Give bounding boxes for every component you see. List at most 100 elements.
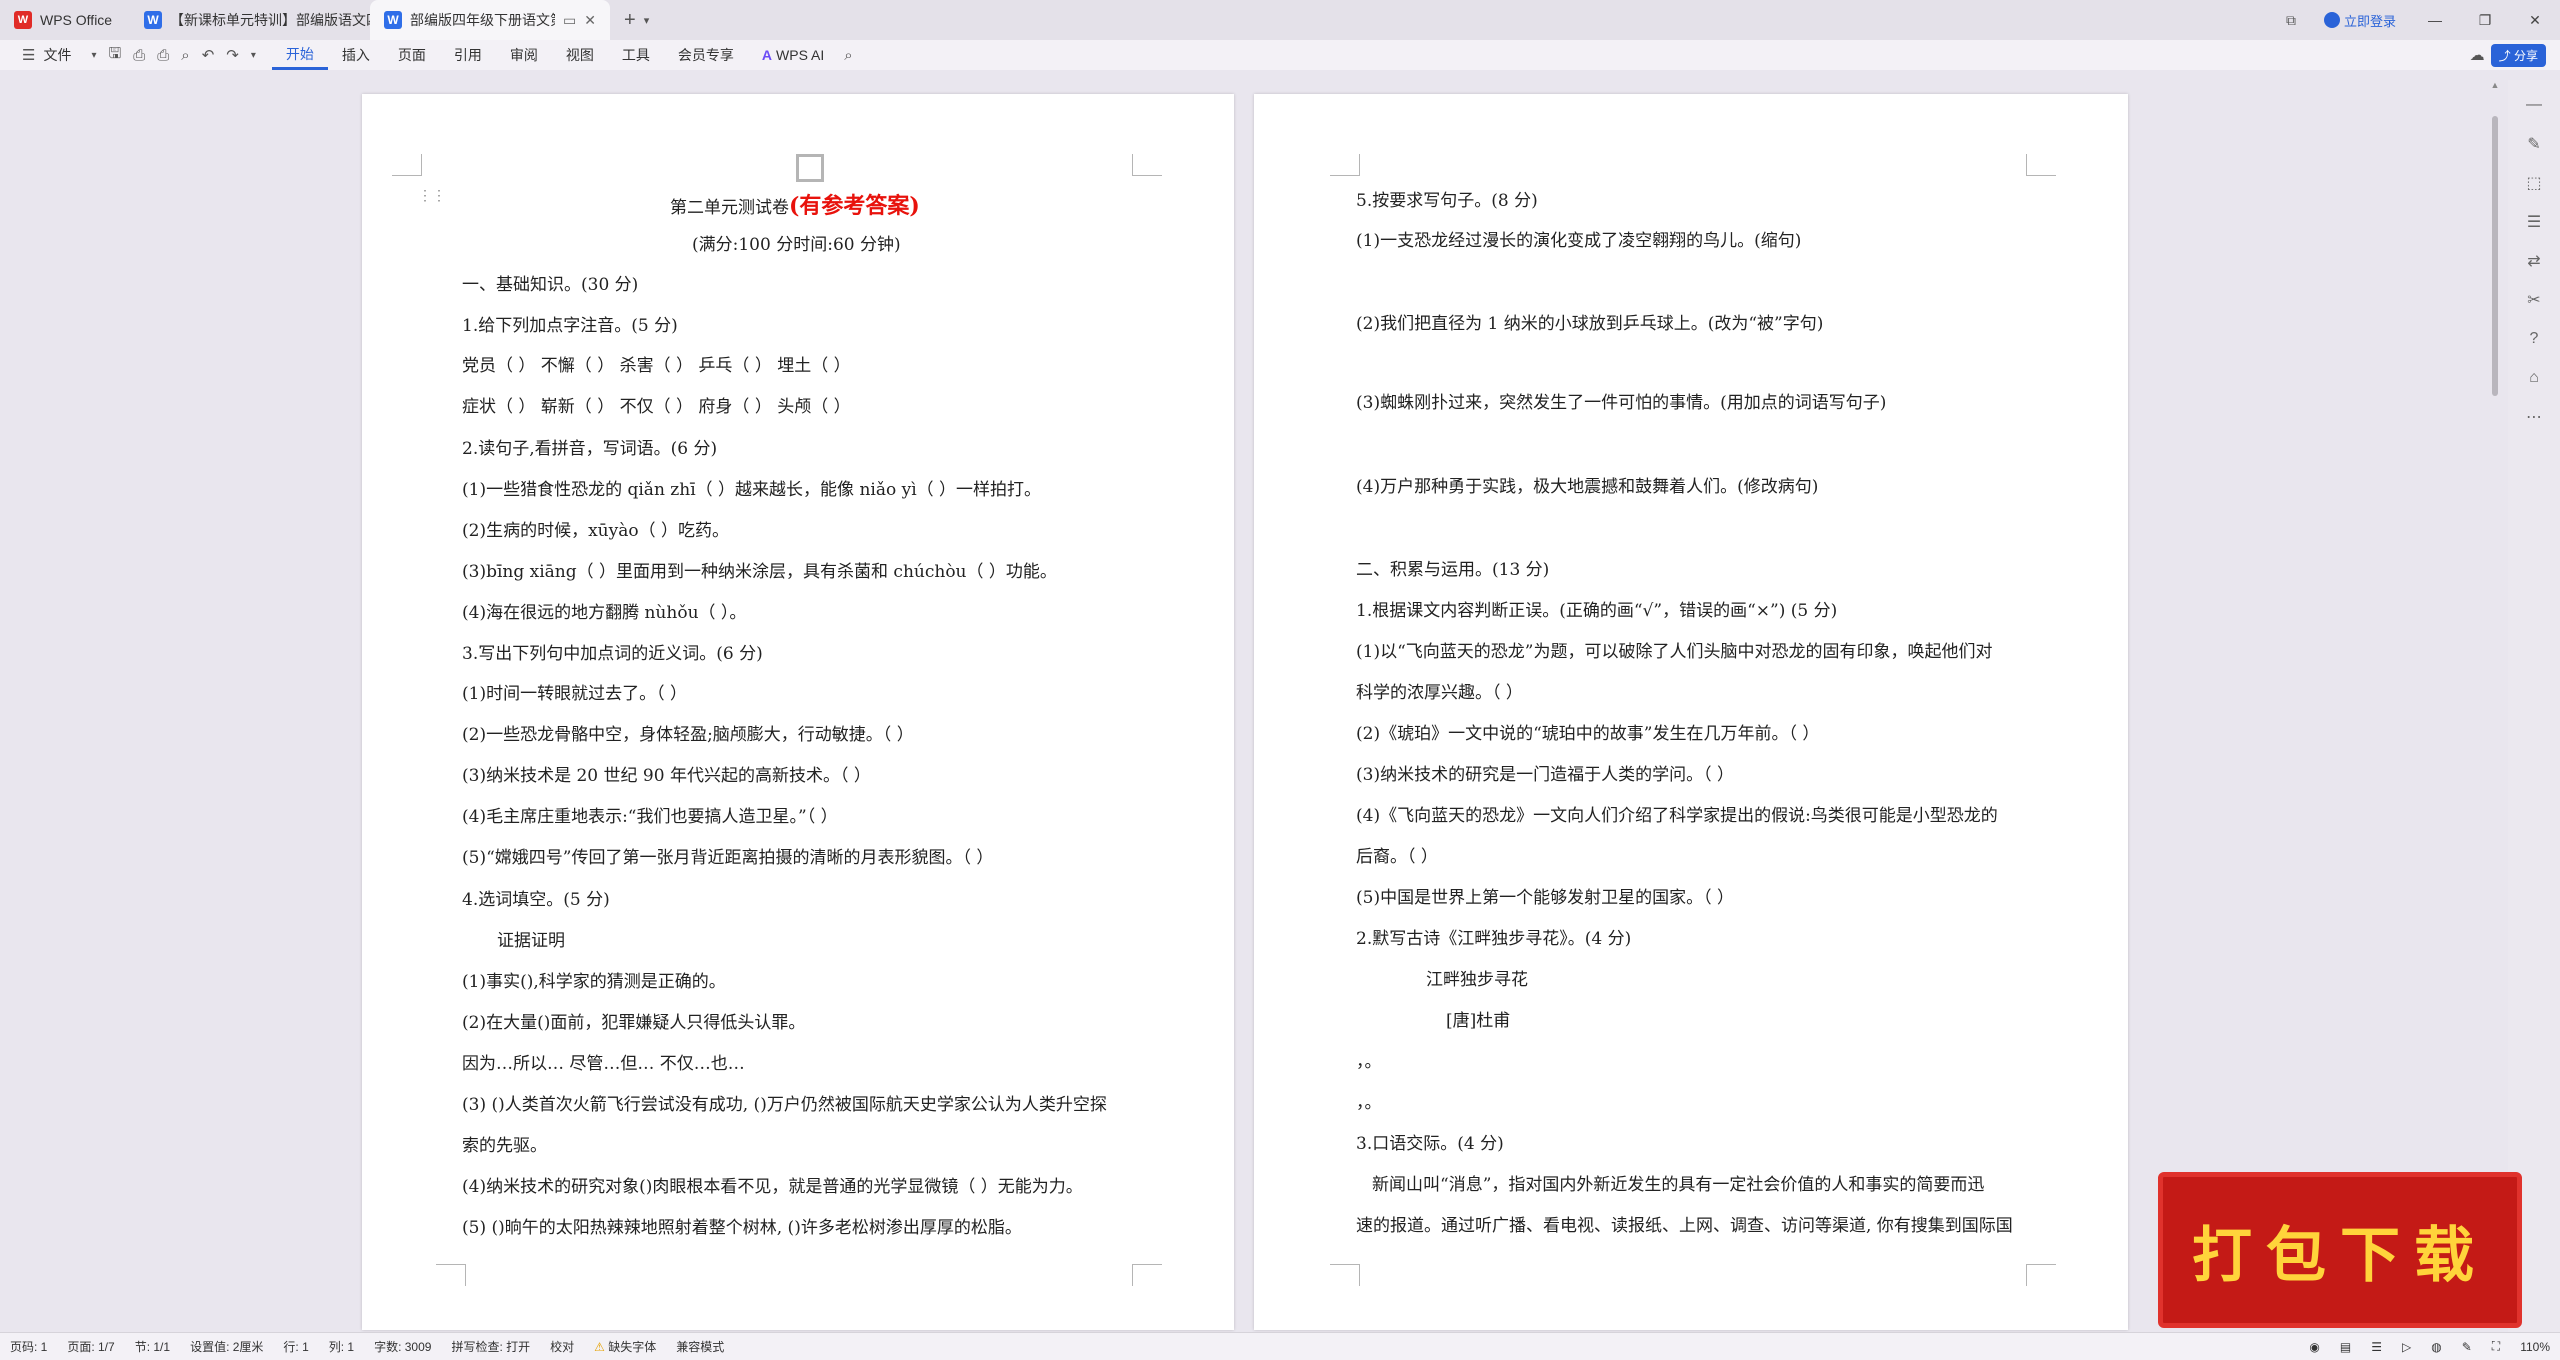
status-page-number[interactable]: 页码: 1 <box>0 1338 57 1355</box>
tab-document-2[interactable]: W 部编版四年级下册语文第二单 ▭ ✕ <box>370 0 610 40</box>
question-line: (2)我们把直径为 1 纳米的小球放到乒乓球上。(改为“被”字句) <box>1356 314 1824 334</box>
close-icon[interactable]: ✕ <box>584 12 596 29</box>
question-line: (2)生病的时候，xūyào（ ）吃药。 <box>462 521 729 541</box>
undo-icon[interactable]: ↶ <box>196 46 221 64</box>
status-proofread[interactable]: 校对 <box>540 1338 584 1355</box>
question-line: 5.按要求写句子。(8 分) <box>1356 191 1538 211</box>
pen-icon[interactable]: ✎ <box>2520 130 2548 158</box>
share-button[interactable]: ⤴ 分享 <box>2490 43 2546 67</box>
question-line: 1.给下列加点字注音。(5 分) <box>462 316 678 336</box>
search-icon[interactable]: ⌕ <box>838 47 858 64</box>
page-corner-mark <box>1132 1264 1162 1286</box>
user-avatar-icon <box>2323 12 2340 28</box>
page-corner-mark <box>436 1264 466 1286</box>
question-line: (3)纳米技术是 20 世纪 90 年代兴起的高新技术。（ ） <box>462 766 871 786</box>
outline-view-icon[interactable]: ☰ <box>2361 1340 2392 1354</box>
play-icon[interactable]: ▷ <box>2392 1340 2421 1354</box>
scroll-up-icon[interactable]: ▲ <box>2488 80 2502 94</box>
new-tab-button[interactable]: + ▾ <box>610 0 663 40</box>
export-icon[interactable]: ⎙ <box>127 47 151 64</box>
vertical-scrollbar[interactable]: ▲ <box>2488 80 2502 1332</box>
print-icon[interactable]: ⎙ <box>151 47 175 64</box>
collapse-icon[interactable]: — <box>2520 91 2548 119</box>
status-row[interactable]: 行: 1 <box>273 1338 318 1355</box>
pen-mode-icon[interactable]: ✎ <box>2452 1340 2482 1354</box>
status-section[interactable]: 节: 1/1 <box>125 1338 180 1355</box>
settings-sliders-icon[interactable]: ☰ <box>2520 208 2548 236</box>
shirt-icon[interactable]: ⌂ <box>2520 364 2548 392</box>
question-line: 3.口语交际。(4 分) <box>1356 1134 1504 1154</box>
monitor-icon[interactable]: ▭ <box>563 12 576 29</box>
question-line: 速的报道。通过听广播、看电视、读报纸、上网、调查、访问等渠道, 你有搜集到国际国 <box>1356 1216 2013 1236</box>
section-heading: 二、积累与运用。(13 分) <box>1356 560 1550 580</box>
tab-review[interactable]: 审阅 <box>496 40 552 70</box>
status-column[interactable]: 列: 1 <box>319 1338 364 1355</box>
save-icon[interactable]: 🖫 <box>102 43 127 68</box>
word-doc-icon: W <box>384 11 402 29</box>
poem-title: 江畔独步寻花 <box>1426 970 1528 990</box>
login-label: 立即登录 <box>2343 13 2396 29</box>
chevron-down-icon[interactable]: ▾ <box>85 50 102 61</box>
question-line: 科学的浓厚兴趣。（ ） <box>1356 683 1523 703</box>
right-sidebar: — ✎ ⬚ ☰ ⇄ ✂ ? ⌂ ⋯ <box>2508 80 2560 1332</box>
menu-icon[interactable]: ☰ <box>16 46 41 64</box>
page-view-icon[interactable]: ▤ <box>2330 1340 2361 1354</box>
minimize-button[interactable]: — <box>2410 0 2460 40</box>
title-answer-note: (有参考答案) <box>789 193 920 219</box>
question-line: 4.选词填空。(5 分) <box>462 890 610 910</box>
question-line: (4)海在很远的地方翻腾 nùhǒu（ ）。 <box>462 603 747 623</box>
drag-handle-icon[interactable]: ⋮⋮ <box>418 188 446 204</box>
banner-text: 打包下载 <box>2192 1220 2488 1291</box>
poem-blank: ，。 <box>1356 1052 1382 1072</box>
question-line: (1)一支恐龙经过漫长的演化变成了凌空翱翔的鸟儿。(缩句) <box>1356 231 1802 251</box>
login-button[interactable]: 立即登录 <box>2310 0 2410 40</box>
exam-info: (满分:100 分时间:60 分钟) <box>692 235 901 255</box>
question-line: (5)中国是世界上第一个能够发射卫星的国家。（ ） <box>1356 888 1734 908</box>
document-page-left[interactable]: ⋮⋮ 第二单元测试卷(有参考答案) (满分:100 分时间:60 分钟) 一、基… <box>362 94 1234 1330</box>
tab-document-1[interactable]: W 【新课标单元特训】部编版语文四年 <box>130 0 370 40</box>
status-spell-check[interactable]: 拼写检查: 打开 <box>441 1338 540 1355</box>
question-line: (3) ()人类首次火箭飞行尝试没有成功, ()万户仍然被国际航天史学家公认为人… <box>462 1095 1107 1115</box>
tab-wps-office[interactable]: W WPS Office <box>0 0 130 40</box>
download-banner[interactable]: 打包下载 <box>2158 1172 2522 1328</box>
restore-button[interactable]: ❐ <box>2460 0 2510 40</box>
question-line: (3)bīng xiāng（ ）里面用到一种纳米涂层，具有杀菌和 chúchòu… <box>462 562 1057 582</box>
page-corner-mark <box>1330 1264 1360 1286</box>
question-line: (3)蜘蛛刚扑过来，突然发生了一件可怕的事情。(用加点的词语写句子) <box>1356 393 1887 413</box>
eye-icon[interactable]: ◉ <box>2299 1340 2329 1354</box>
print-preview-icon[interactable]: ⌕ <box>175 47 195 64</box>
tools-icon[interactable]: ✂ <box>2520 286 2548 314</box>
question-line: 新闻山叫“消息”，指对国内外新近发生的具有一定社会价值的人和事实的简要而迅 <box>1372 1175 1985 1195</box>
tab-page[interactable]: 页面 <box>384 40 440 70</box>
wps-ai-button[interactable]: A WPS AI <box>748 40 838 70</box>
window-manage-icon[interactable]: ⧉ <box>2272 0 2310 40</box>
fit-icon[interactable]: ⛶ <box>2482 1339 2510 1354</box>
status-word-count[interactable]: 字数: 3009 <box>364 1338 441 1355</box>
help-icon[interactable]: ? <box>2520 325 2548 353</box>
file-menu[interactable]: 文件 <box>41 40 85 70</box>
tab-home[interactable]: 开始 <box>271 40 328 70</box>
page-corner-mark <box>1132 154 1162 176</box>
scrollbar-thumb[interactable] <box>2492 116 2498 396</box>
more-icon[interactable]: ⋯ <box>2520 403 2548 431</box>
close-window-button[interactable]: ✕ <box>2510 0 2560 40</box>
status-missing-font[interactable]: ⚠ 缺失字体 <box>584 1338 666 1355</box>
chevron-down-icon[interactable]: ▾ <box>245 50 262 61</box>
zoom-level[interactable]: 110% <box>2510 1340 2560 1354</box>
status-setting[interactable]: 设置值: 2厘米 <box>180 1338 273 1355</box>
question-line: 症状（ ） 崭新（ ） 不仅（ ） 府身（ ） 头颅（ ） <box>462 397 851 417</box>
status-compat-mode[interactable]: 兼容模式 <box>666 1338 734 1355</box>
document-page-right[interactable]: 5.按要求写句子。(8 分) (1)一支恐龙经过漫长的演化变成了凌空翱翔的鸟儿。… <box>1254 94 2128 1330</box>
cloud-icon[interactable]: ☁ <box>2464 46 2491 64</box>
tab-label: WPS Office <box>40 12 113 28</box>
translate-icon[interactable]: ⇄ <box>2520 247 2548 275</box>
tab-member[interactable]: 会员专享 <box>664 40 748 70</box>
web-view-icon[interactable]: ◍ <box>2421 1340 2451 1354</box>
redo-icon[interactable]: ↷ <box>220 46 245 64</box>
tab-tools[interactable]: 工具 <box>608 40 664 70</box>
select-icon[interactable]: ⬚ <box>2520 169 2548 197</box>
tab-insert[interactable]: 插入 <box>328 40 384 70</box>
tab-view[interactable]: 视图 <box>552 40 608 70</box>
tab-references[interactable]: 引用 <box>440 40 496 70</box>
status-page-count[interactable]: 页面: 1/7 <box>57 1338 124 1355</box>
